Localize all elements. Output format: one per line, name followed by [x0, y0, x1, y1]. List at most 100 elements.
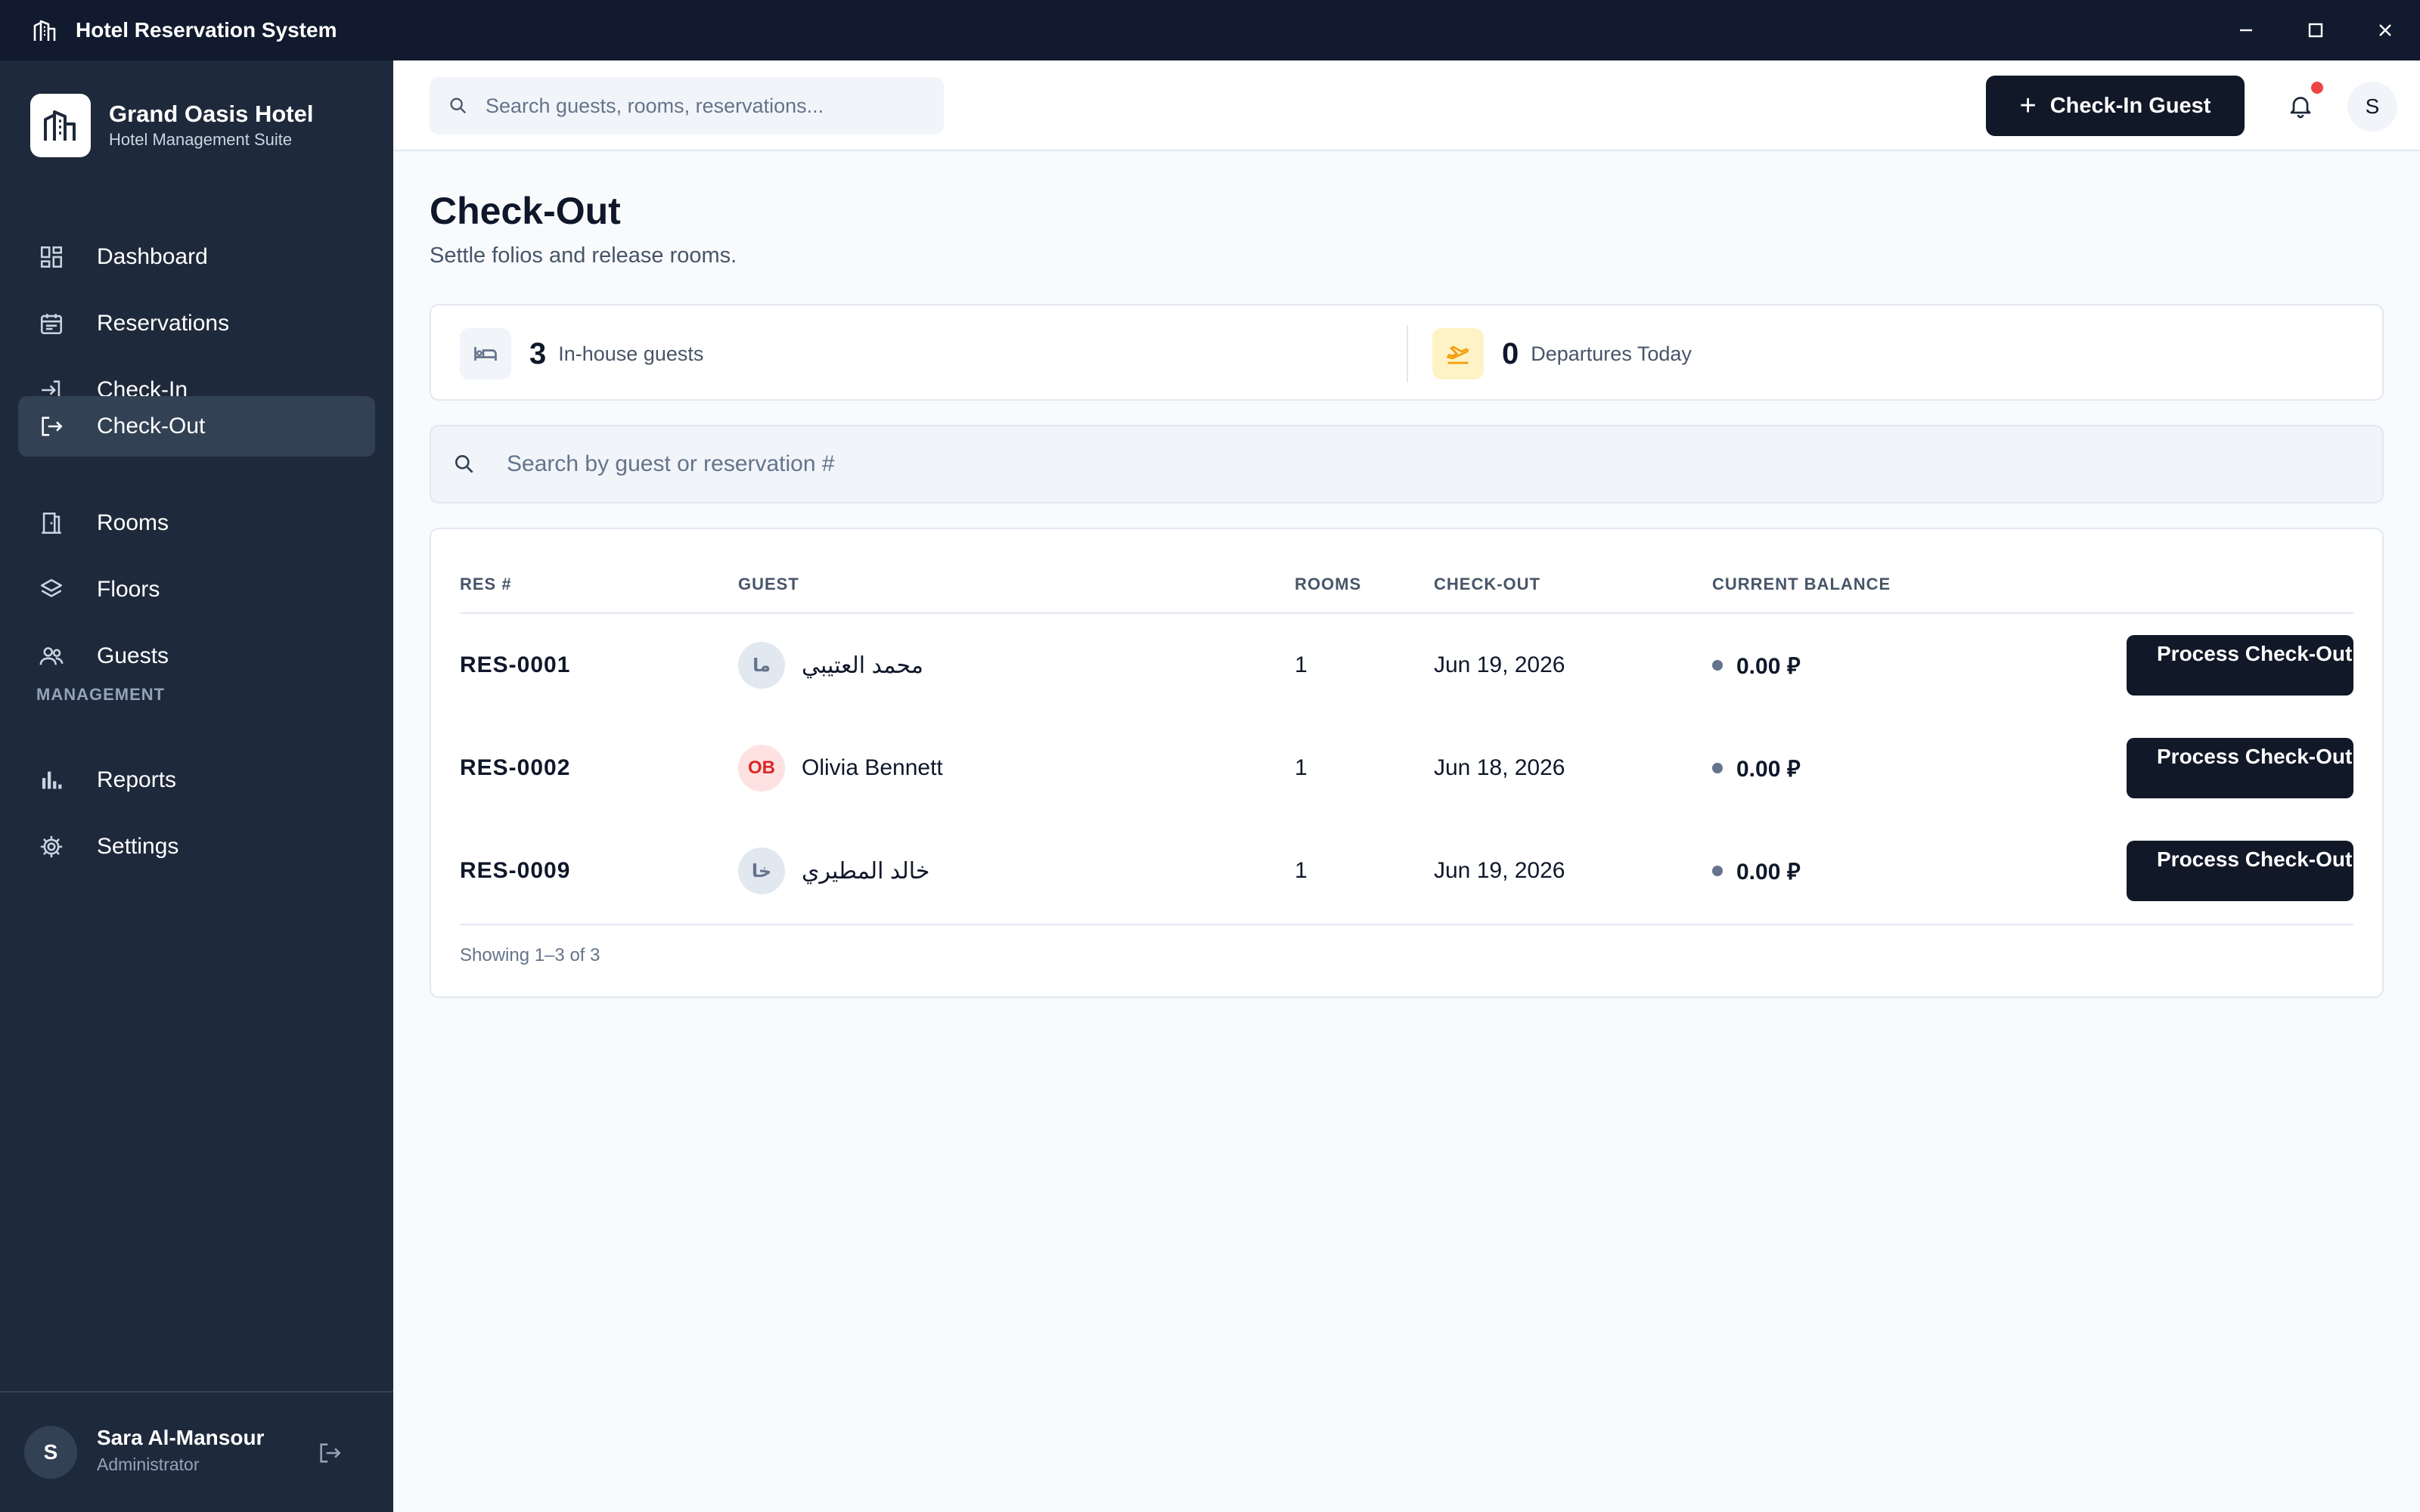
table-row[interactable]: RES-0009 خا خالد المطيري 1 Jun 19, 2026 … — [431, 820, 2382, 922]
sidebar-item-reservations[interactable]: Reservations — [18, 293, 375, 354]
guest-avatar: ما — [738, 642, 785, 689]
checkout-table: RES # GUEST ROOMS CHECK-OUT CURRENT BALA… — [430, 528, 2384, 998]
global-search[interactable] — [430, 77, 944, 135]
brand-subtitle: Hotel Management Suite — [109, 130, 293, 149]
top-bar: + Check-In Guest S — [393, 60, 2420, 151]
avatar[interactable]: S — [2347, 82, 2397, 132]
rooms-count: 1 — [1295, 755, 1308, 780]
close-icon[interactable] — [2350, 0, 2420, 60]
page-subtitle: Settle folios and release rooms. — [430, 243, 737, 268]
status-dot — [1712, 866, 1723, 876]
layers-icon — [36, 575, 67, 605]
user-role: Administrator — [97, 1455, 200, 1474]
rooms-count: 1 — [1295, 652, 1308, 677]
bell-icon — [2290, 97, 2311, 119]
check-in-guest-button[interactable]: + Check-In Guest — [1986, 76, 2245, 136]
global-search-input[interactable] — [486, 94, 924, 118]
column-header-guest[interactable]: GUEST — [738, 575, 799, 594]
page-title: Check-Out — [430, 190, 621, 232]
logout-button[interactable] — [315, 1438, 345, 1468]
sidebar-item-label: Guests — [97, 643, 169, 668]
current-balance: 0.00 ⃁ — [1736, 859, 1801, 885]
guest-cell: خا خالد المطيري — [738, 820, 929, 922]
sidebar-item-label: Reports — [97, 767, 177, 792]
current-balance: 0.00 ⃁ — [1736, 653, 1801, 679]
pagination-summary: Showing 1–3 of 3 — [460, 945, 600, 965]
column-header-rooms[interactable]: ROOMS — [1295, 575, 1361, 594]
column-header-res[interactable]: RES # — [460, 575, 512, 594]
hotel-icon — [30, 15, 60, 45]
column-header-check-out[interactable]: CHECK-OUT — [1434, 575, 1540, 594]
stat-value: 0 — [1502, 336, 1519, 370]
check-out-date: Jun 19, 2026 — [1434, 858, 1565, 883]
status-dot — [1712, 763, 1723, 773]
sidebar-section-management: MANAGEMENT — [36, 685, 166, 704]
stat-value: 3 — [529, 336, 547, 370]
guest-avatar: خا — [738, 847, 785, 894]
column-header-balance[interactable]: CURRENT BALANCE — [1712, 575, 1891, 594]
calendar-icon — [36, 308, 67, 339]
guest-cell: ما محمد العتيبي — [738, 614, 923, 717]
search-icon — [450, 98, 467, 114]
avatar[interactable]: S — [24, 1426, 77, 1479]
users-icon — [36, 641, 67, 671]
divider — [1407, 325, 1408, 383]
title-bar: Hotel Reservation System — [0, 0, 2420, 60]
sidebar-item-settings[interactable]: Settings — [18, 816, 375, 877]
window-title: Hotel Reservation System — [76, 18, 337, 42]
sidebar: Grand Oasis Hotel Hotel Management Suite… — [0, 60, 393, 1512]
guest-name: Olivia Bennett — [802, 755, 943, 780]
process-check-out-button[interactable]: Process Check-Out — [2127, 635, 2353, 696]
sidebar-item-dashboard[interactable]: Dashboard — [18, 227, 375, 287]
sidebar-item-label: Check-Out — [97, 414, 206, 438]
reservation-number[interactable]: RES-0001 — [460, 614, 570, 717]
search-icon — [455, 455, 473, 473]
sidebar-user-panel: S Sara Al-Mansour Administrator — [0, 1391, 393, 1512]
notification-badge — [2311, 82, 2323, 94]
reservation-search-input[interactable] — [507, 451, 2322, 477]
current-balance: 0.00 ⃁ — [1736, 756, 1801, 782]
table-row[interactable]: RES-0001 ما محمد العتيبي 1 Jun 19, 2026 … — [431, 614, 2382, 717]
balance-cell: 0.00 ⃁ — [1712, 820, 1801, 922]
gear-icon — [36, 832, 67, 862]
maximize-icon[interactable] — [2281, 0, 2350, 60]
minimize-icon[interactable] — [2211, 0, 2281, 60]
sidebar-item-floors[interactable]: Floors — [18, 559, 375, 620]
table-row[interactable]: RES-0002 OB Olivia Bennett 1 Jun 18, 202… — [431, 717, 2382, 820]
process-check-out-button[interactable]: Process Check-Out — [2127, 841, 2353, 901]
logout-icon — [320, 1443, 341, 1463]
guest-cell: OB Olivia Bennett — [738, 717, 943, 820]
guest-name: خالد المطيري — [802, 858, 930, 884]
stat-label: Departures Today — [1531, 342, 1692, 365]
brand[interactable]: Grand Oasis Hotel Hotel Management Suite — [30, 94, 313, 157]
notifications-button[interactable] — [2284, 89, 2317, 122]
sidebar-item-reports[interactable]: Reports — [18, 750, 375, 810]
reservation-number[interactable]: RES-0002 — [460, 717, 570, 820]
sidebar-item-label: Rooms — [97, 510, 169, 535]
guest-name: محمد العتيبي — [802, 652, 923, 678]
brand-name: Grand Oasis Hotel — [109, 101, 314, 127]
hotel-logo-icon — [30, 94, 91, 157]
sidebar-item-label: Floors — [97, 577, 160, 602]
sidebar-item-label: Settings — [97, 834, 179, 859]
sidebar-item-label: Reservations — [97, 311, 230, 336]
status-dot — [1712, 660, 1723, 671]
check-out-date: Jun 18, 2026 — [1434, 755, 1565, 780]
stat-label: In-house guests — [558, 342, 704, 365]
plane-departure-icon — [1432, 328, 1484, 380]
sidebar-item-rooms[interactable]: Rooms — [18, 493, 375, 553]
check-in-guest-label: Check-In Guest — [2049, 93, 2211, 118]
balance-cell: 0.00 ⃁ — [1712, 717, 1801, 820]
guest-avatar: OB — [738, 745, 785, 792]
reservation-number[interactable]: RES-0009 — [460, 820, 570, 922]
stat-departures-today: 0 Departures Today — [1432, 328, 1692, 380]
rooms-count: 1 — [1295, 858, 1308, 883]
sidebar-item-guests[interactable]: Guests — [18, 626, 375, 686]
sidebar-item-check-out[interactable]: Check-Out — [18, 396, 375, 457]
process-check-out-button[interactable]: Process Check-Out — [2127, 738, 2353, 798]
bar-chart-icon — [36, 765, 67, 795]
sidebar-item-label: Dashboard — [97, 244, 208, 269]
reservation-search[interactable] — [430, 425, 2384, 503]
check-out-date: Jun 19, 2026 — [1434, 652, 1565, 677]
divider — [460, 924, 2353, 925]
